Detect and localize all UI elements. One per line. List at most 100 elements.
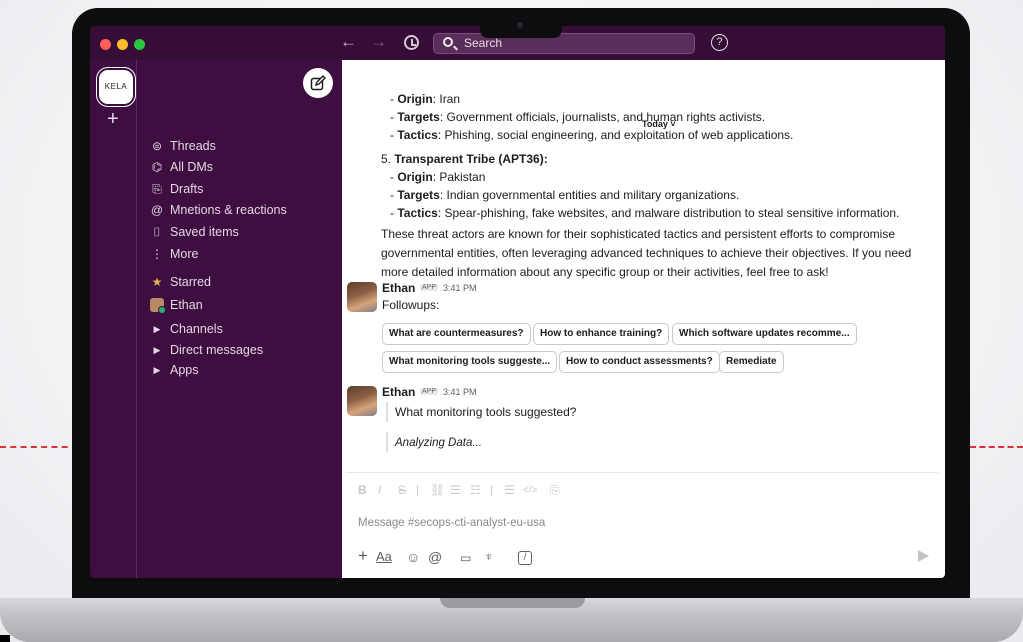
message-text: Followups: — [382, 298, 440, 312]
workspace-rail: KELA + — [90, 60, 137, 578]
shortcuts-icon[interactable]: / — [518, 551, 532, 565]
drafts-icon: ⎘ — [152, 182, 162, 196]
sidebar-section-apps[interactable]: ▶ Apps — [149, 360, 199, 380]
decorative-corner — [0, 635, 10, 642]
microphone-icon[interactable]: ♆ — [484, 549, 494, 564]
mention-icon[interactable]: @ — [428, 549, 442, 565]
quote-bar — [386, 402, 388, 422]
sidebar-item-mentions[interactable]: @ Mnetions & reactions — [149, 200, 287, 220]
app-badge: APP — [420, 388, 439, 395]
sidebar-item-drafts[interactable]: ⎘ Drafts — [149, 179, 203, 199]
iran-targets: - Targets: Government officials, journal… — [390, 110, 766, 124]
emoji-icon[interactable]: ☺ — [406, 549, 420, 565]
blockquote-icon[interactable]: ☰ — [504, 483, 515, 497]
sidebar-item-label: Ethan — [170, 298, 203, 312]
back-arrow-icon[interactable]: ← — [340, 32, 357, 52]
sidebar-section-dms[interactable]: ▶ Direct messages — [149, 340, 264, 360]
avatar[interactable] — [347, 282, 377, 312]
status-text: Analyzing Data... — [395, 437, 482, 449]
close-window-button[interactable] — [100, 39, 111, 50]
camera-notch — [480, 16, 562, 38]
sidebar-section-channels[interactable]: ▶ Channels — [149, 319, 223, 339]
sidebar-item-label: Drafts — [170, 182, 204, 196]
followup-chip[interactable]: How to conduct assessments? — [559, 351, 720, 373]
message-input[interactable]: Message #secops-cti-analyst-eu-usa — [358, 517, 545, 529]
quote-bar — [386, 432, 388, 452]
apt36-tactics: - Tactics: Spear-phishing, fake websites… — [390, 206, 900, 220]
plus-icon[interactable]: + — [358, 546, 368, 566]
bold-icon[interactable]: B — [358, 483, 367, 497]
strikethrough-icon[interactable]: S — [398, 483, 406, 497]
laptop-groove — [440, 598, 585, 608]
minimize-window-button[interactable] — [117, 39, 128, 50]
caret-right-icon: ▶ — [153, 365, 161, 375]
avatar[interactable] — [347, 386, 377, 416]
sidebar-item-label: Starred — [170, 275, 211, 289]
bulleted-list-icon[interactable]: ☷ — [470, 483, 481, 497]
sidebar-item-label: Direct messages — [170, 343, 264, 357]
sidebar-item-label: Mnetions & reactions — [170, 203, 287, 217]
quoted-question: What monitoring tools suggested? — [395, 405, 577, 419]
apt36-origin: - Origin: Pakistan — [390, 170, 486, 184]
sidebar-item-ethan[interactable]: Ethan — [149, 295, 203, 315]
app-badge: APP — [420, 284, 439, 291]
message-composer: B I S | ⛓ ☰ ☷ | ☰ </> ⎘ Message #secops-… — [346, 472, 938, 572]
iran-tactics: - Tactics: Phishing, social engineering,… — [390, 128, 794, 142]
sidebar-item-label: All DMs — [170, 160, 214, 174]
formatting-icon[interactable]: Aa — [376, 549, 392, 564]
sidebar-starred-header[interactable]: ★ Starred — [149, 272, 211, 292]
apt36-heading: 5. Transparent Tribe (APT36): — [381, 152, 548, 166]
caret-right-icon: ▶ — [153, 324, 161, 334]
followup-chip[interactable]: Which software updates recomme... — [672, 323, 857, 345]
message-author[interactable]: Ethan — [382, 385, 415, 399]
link-icon[interactable]: ⛓ — [430, 483, 445, 497]
forward-arrow-icon[interactable]: → — [370, 32, 387, 52]
compose-icon — [310, 75, 326, 91]
message-time[interactable]: 3:41 PM — [443, 283, 477, 293]
add-workspace-icon[interactable]: + — [107, 108, 119, 131]
app-window: ← → Search ? KELA + ⊜ Threads ⌬ All DMs … — [90, 26, 945, 578]
summary-paragraph: These threat actors are known for their … — [381, 227, 912, 279]
followup-chip[interactable]: Remediate — [719, 351, 784, 373]
followup-chip[interactable]: How to enhance training? — [533, 323, 670, 345]
workspace-logo[interactable]: KELA — [97, 68, 135, 106]
sidebar-item-label: More — [170, 247, 199, 261]
search-input[interactable]: Search — [433, 33, 695, 54]
italic-icon[interactable]: I — [378, 483, 381, 497]
marketing-stage: ← → Search ? KELA + ⊜ Threads ⌬ All DMs … — [0, 0, 1023, 642]
message-pane: Today ˅ - Origin: Iran - Targets: Govern… — [342, 60, 945, 578]
sidebar-item-more[interactable]: ⋮ More — [149, 244, 198, 264]
send-icon[interactable] — [918, 550, 929, 562]
decorative-dash-right — [970, 446, 1023, 448]
code-icon[interactable]: </> — [523, 485, 537, 496]
threads-icon: ⊜ — [151, 139, 163, 153]
divider: | — [490, 483, 494, 497]
sidebar-item-all-dms[interactable]: ⌬ All DMs — [149, 157, 213, 177]
avatar — [150, 298, 166, 314]
more-icon: ⋮ — [151, 247, 163, 261]
code-block-icon[interactable]: ⎘ — [550, 483, 560, 498]
compose-button[interactable] — [303, 68, 333, 98]
sidebar-item-label: Saved items — [170, 225, 239, 239]
history-icon[interactable] — [404, 35, 419, 50]
sidebar-item-saved[interactable]: ⌷ Saved items — [149, 222, 239, 242]
sidebar-item-threads[interactable]: ⊜ Threads — [149, 136, 216, 156]
followup-chip[interactable]: What monitoring tools suggeste... — [382, 351, 558, 373]
zoom-window-button[interactable] — [134, 39, 145, 50]
message-list: Today ˅ - Origin: Iran - Targets: Govern… — [342, 60, 945, 468]
divider: | — [416, 483, 420, 497]
sidebar-item-label: Apps — [170, 363, 199, 377]
video-icon[interactable]: ▭ — [460, 551, 471, 565]
laptop-base — [0, 598, 1023, 642]
message-author[interactable]: Ethan — [382, 281, 415, 295]
search-icon — [443, 37, 453, 47]
sidebar-item-label: Channels — [170, 322, 223, 336]
ordered-list-icon[interactable]: ☰ — [450, 483, 461, 497]
sidebar-item-label: Threads — [170, 139, 216, 153]
sidebar: ⊜ Threads ⌬ All DMs ⎘ Drafts @ Mnetions … — [137, 60, 342, 578]
bookmark-icon: ⌷ — [153, 225, 161, 239]
help-icon[interactable]: ? — [711, 34, 728, 51]
star-icon: ★ — [151, 275, 163, 289]
message-time[interactable]: 3:41 PM — [443, 387, 477, 397]
followup-chip[interactable]: What are countermeasures? — [382, 323, 531, 345]
